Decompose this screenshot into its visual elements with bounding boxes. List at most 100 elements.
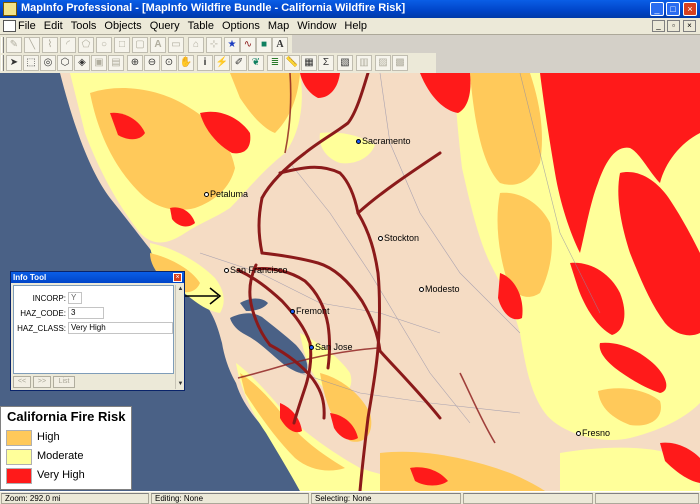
city-fremont[interactable]: Fremont (290, 306, 330, 316)
ruler-icon[interactable]: 📏 (284, 55, 300, 71)
boundary-select-icon[interactable]: ◈ (74, 55, 90, 71)
city-petaluma[interactable]: Petaluma (204, 189, 248, 199)
menu-edit[interactable]: Edit (44, 20, 63, 32)
info-tool-window[interactable]: Info Tool × INCORP: Y HAZ_CODE: 3 HAZ_CL… (10, 271, 185, 391)
next-button[interactable]: >> (33, 376, 51, 388)
line-icon[interactable]: ╲ (24, 37, 40, 53)
city-marker (356, 139, 361, 145)
city-stockton[interactable]: Stockton (378, 233, 419, 243)
text-style-toolbar: A (272, 35, 292, 55)
menu-window[interactable]: Window (297, 20, 336, 32)
status-zoom[interactable]: Zoom: 292.0 mi (1, 493, 149, 504)
polyline-icon[interactable]: ⌇ (42, 37, 58, 53)
grabber-icon[interactable]: ✋ (178, 55, 194, 71)
city-modesto[interactable]: Modesto (419, 284, 460, 294)
region-style-icon[interactable]: ■ (256, 37, 272, 53)
clip-region-icon[interactable]: ▧ (337, 55, 353, 71)
mapinfo-app-icon[interactable] (3, 2, 17, 16)
ellipse-icon[interactable]: ○ (96, 37, 112, 53)
field-label: HAZ_CLASS: (17, 324, 66, 333)
city-marker (419, 287, 424, 293)
invert-select-icon[interactable]: ▤ (108, 55, 124, 71)
menu-query[interactable]: Query (150, 20, 180, 32)
select-arrow-icon[interactable]: ➤ (6, 55, 22, 71)
arc-icon[interactable]: ◜ (60, 37, 76, 53)
info-scrollbar[interactable]: ▲ ▼ (175, 285, 184, 389)
add-node-icon[interactable]: ⊹ (206, 37, 222, 53)
menu-options[interactable]: Options (222, 20, 260, 32)
radius-select-icon[interactable]: ◎ (40, 55, 56, 71)
close-icon[interactable]: × (173, 273, 182, 282)
menu-tools[interactable]: Tools (71, 20, 97, 32)
rectangle-icon[interactable]: □ (114, 37, 130, 53)
menu-table[interactable]: Table (188, 20, 214, 32)
field-label: HAZ_CODE: (20, 309, 66, 318)
legend-swatch (6, 468, 32, 484)
label-tool-icon[interactable]: ✐ (231, 55, 247, 71)
legend-swatch (6, 430, 32, 446)
unselect-icon[interactable]: ▣ (91, 55, 107, 71)
create-legend-icon[interactable]: ▥ (356, 55, 372, 71)
drag-window-icon[interactable]: ❦ (248, 55, 264, 71)
scroll-down-icon[interactable]: ▼ (176, 380, 185, 389)
field-value[interactable]: Very High (68, 322, 173, 334)
city-fresno[interactable]: Fresno (576, 428, 610, 438)
doc-minimize-icon[interactable]: _ (652, 20, 665, 32)
city-marker (204, 192, 209, 198)
list-button[interactable]: List (53, 376, 75, 388)
layer-control-icon[interactable]: ≣ (267, 55, 283, 71)
scroll-up-icon[interactable]: ▲ (176, 285, 185, 294)
city-san-francisco[interactable]: San Francisco (224, 265, 288, 275)
zoom-in-icon[interactable]: ⊕ (127, 55, 143, 71)
previous-button[interactable]: << (13, 376, 31, 388)
field-label: INCORP: (32, 294, 66, 303)
change-view-icon[interactable]: ⊙ (161, 55, 177, 71)
statistics-icon[interactable]: Σ (318, 55, 334, 71)
legend-icon[interactable]: ▦ (301, 55, 317, 71)
3d-map-icon[interactable]: ▩ (392, 55, 408, 71)
maximize-icon[interactable]: □ (666, 2, 680, 16)
rounded-rect-icon[interactable]: ▢ (132, 37, 148, 53)
reshape-icon[interactable]: ⌂ (188, 37, 204, 53)
city-sacramento[interactable]: Sacramento (356, 136, 411, 146)
city-marker (576, 431, 581, 437)
city-san-jose[interactable]: San Jose (309, 342, 353, 352)
window-title: MapInfo Professional - [MapInfo Wildfire… (21, 2, 406, 14)
pencil-icon[interactable]: ✎ (6, 37, 22, 53)
symbol-style-icon[interactable]: ★ (224, 37, 240, 53)
info-tool-fields: INCORP: Y HAZ_CODE: 3 HAZ_CLASS: Very Hi… (13, 285, 174, 374)
frame-icon[interactable]: ▭ (168, 37, 184, 53)
text-icon[interactable]: A (150, 37, 166, 53)
status-bar: Zoom: 292.0 mi Editing: None Selecting: … (0, 491, 700, 504)
doc-close-icon[interactable]: × (683, 20, 696, 32)
close-icon[interactable]: × (683, 2, 697, 16)
info-tool-icon[interactable]: i (197, 55, 213, 71)
polygon-icon[interactable]: ⬠ (78, 37, 94, 53)
doc-restore-icon[interactable]: ▫ (667, 20, 680, 32)
city-marker (378, 236, 383, 242)
legend-label: Moderate (37, 450, 84, 462)
toolbar-grip[interactable] (1, 37, 4, 53)
status-editing[interactable]: Editing: None (151, 493, 309, 504)
zoom-out-icon[interactable]: ⊖ (144, 55, 160, 71)
toolbar-grip[interactable] (1, 55, 4, 71)
line-style-icon[interactable]: ∿ (240, 37, 256, 53)
text-style-icon[interactable]: A (272, 37, 288, 53)
status-selecting[interactable]: Selecting: None (311, 493, 461, 504)
hotlink-icon[interactable]: ⚡ (214, 55, 230, 71)
document-icon[interactable] (3, 20, 16, 32)
minimize-icon[interactable]: _ (650, 2, 664, 16)
status-empty-cell (463, 493, 593, 504)
marquee-select-icon[interactable]: ⬚ (23, 55, 39, 71)
menu-objects[interactable]: Objects (104, 20, 141, 32)
polygon-select-icon[interactable]: ⬡ (57, 55, 73, 71)
title-bar: MapInfo Professional - [MapInfo Wildfire… (0, 0, 700, 18)
status-empty-cell (595, 493, 699, 504)
info-tool-title: Info Tool (11, 272, 184, 283)
menu-file[interactable]: File (18, 20, 36, 32)
field-value[interactable]: Y (68, 292, 82, 304)
menu-help[interactable]: Help (344, 20, 367, 32)
menu-map[interactable]: Map (268, 20, 289, 32)
graph-icon[interactable]: ▨ (375, 55, 391, 71)
field-value[interactable]: 3 (68, 307, 104, 319)
